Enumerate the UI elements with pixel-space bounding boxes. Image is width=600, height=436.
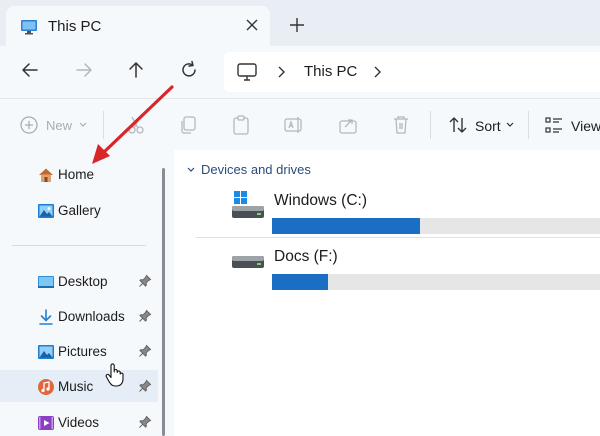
chevron-right-icon[interactable]: [274, 64, 288, 80]
toolbar-divider: [430, 111, 431, 139]
windows-drive-icon: [232, 191, 264, 218]
drive-icon: [232, 256, 264, 268]
download-icon: [39, 309, 53, 325]
toolbar-divider: [103, 111, 104, 139]
chevron-right-icon[interactable]: [370, 64, 384, 80]
arrow-right-icon[interactable]: [72, 58, 96, 82]
drive-usage-bar: [272, 218, 600, 234]
drive-usage-fill: [272, 218, 420, 234]
sidebar-item-desktop[interactable]: Desktop: [0, 265, 158, 297]
tab-strip: This PC: [0, 0, 600, 46]
drives-divider: [196, 237, 600, 238]
sidebar-item-label: Desktop: [58, 274, 108, 289]
breadcrumb[interactable]: This PC: [304, 63, 357, 80]
view-button[interactable]: View: [571, 118, 600, 134]
hand-cursor-icon: [105, 363, 124, 387]
chevron-down-icon[interactable]: [186, 165, 196, 175]
drive-item-f[interactable]: Docs (F:): [174, 246, 600, 306]
pin-icon[interactable]: [138, 344, 152, 358]
sidebar-item-label: Gallery: [58, 203, 101, 218]
arrow-left-icon[interactable]: [18, 58, 42, 82]
navigation-pane: Home Gallery Desktop Downloads Pictures …: [0, 150, 174, 436]
drive-name: Windows (C:): [274, 192, 368, 209]
pin-icon[interactable]: [138, 379, 152, 393]
tab-this-pc[interactable]: This PC: [6, 6, 270, 46]
command-bar: New Sort View: [0, 98, 600, 150]
chevron-down-icon[interactable]: [78, 121, 88, 129]
home-icon: [39, 168, 53, 182]
desktop-folder-icon: [38, 276, 54, 288]
gallery-icon: [38, 204, 54, 218]
sidebar-item-label: Home: [58, 167, 95, 182]
videos-icon: [38, 416, 54, 430]
refresh-icon[interactable]: [177, 58, 201, 82]
pin-icon[interactable]: [138, 309, 152, 323]
sidebar-item-videos[interactable]: Videos: [0, 406, 158, 436]
sidebar-divider: [12, 245, 146, 246]
new-button[interactable]: New: [46, 118, 72, 133]
drive-item-c[interactable]: Windows (C:): [174, 190, 600, 250]
paste-icon[interactable]: [230, 114, 252, 136]
delete-icon[interactable]: [390, 114, 412, 136]
sidebar-item-label: Pictures: [58, 344, 107, 359]
toolbar-divider: [528, 111, 529, 139]
sidebar-scrollbar[interactable]: [162, 168, 165, 436]
sidebar-item-pictures[interactable]: Pictures: [0, 335, 158, 367]
sidebar-item-label: Videos: [58, 415, 100, 430]
sidebar-item-downloads[interactable]: Downloads: [0, 300, 158, 332]
sidebar-item-home[interactable]: Home: [0, 158, 158, 190]
chevron-down-icon[interactable]: [505, 121, 515, 129]
sort-icon[interactable]: [447, 114, 469, 136]
address-bar[interactable]: This PC: [224, 52, 600, 92]
sidebar-item-label: Music: [58, 379, 94, 394]
pin-icon[interactable]: [138, 274, 152, 288]
pin-icon[interactable]: [138, 415, 152, 429]
rename-icon[interactable]: [283, 114, 305, 136]
sidebar-item-gallery[interactable]: Gallery: [0, 194, 158, 226]
computer-icon: [237, 63, 257, 81]
pictures-icon: [38, 345, 54, 359]
cut-icon[interactable]: [125, 114, 147, 136]
copy-icon[interactable]: [177, 114, 199, 136]
share-icon[interactable]: [337, 114, 359, 136]
view-icon[interactable]: [543, 114, 565, 136]
drive-usage-fill: [272, 274, 328, 290]
file-list: Devices and drives Windows (C:) Docs (F:…: [174, 150, 600, 436]
drive-name: Docs (F:): [274, 248, 338, 265]
navigation-bar: This PC: [0, 46, 600, 98]
sidebar-item-music[interactable]: Music: [0, 370, 158, 402]
drive-usage-bar: [272, 274, 600, 290]
music-icon: [38, 379, 54, 395]
computer-icon: [21, 20, 37, 35]
sidebar-item-label: Downloads: [58, 309, 125, 324]
plus-circle-icon[interactable]: [18, 114, 40, 136]
sort-button[interactable]: Sort: [475, 118, 501, 134]
arrow-up-icon[interactable]: [124, 58, 148, 82]
tab-title: This PC: [48, 18, 102, 35]
close-icon[interactable]: [242, 15, 262, 35]
plus-icon[interactable]: [288, 16, 306, 34]
group-header[interactable]: Devices and drives: [201, 162, 311, 177]
